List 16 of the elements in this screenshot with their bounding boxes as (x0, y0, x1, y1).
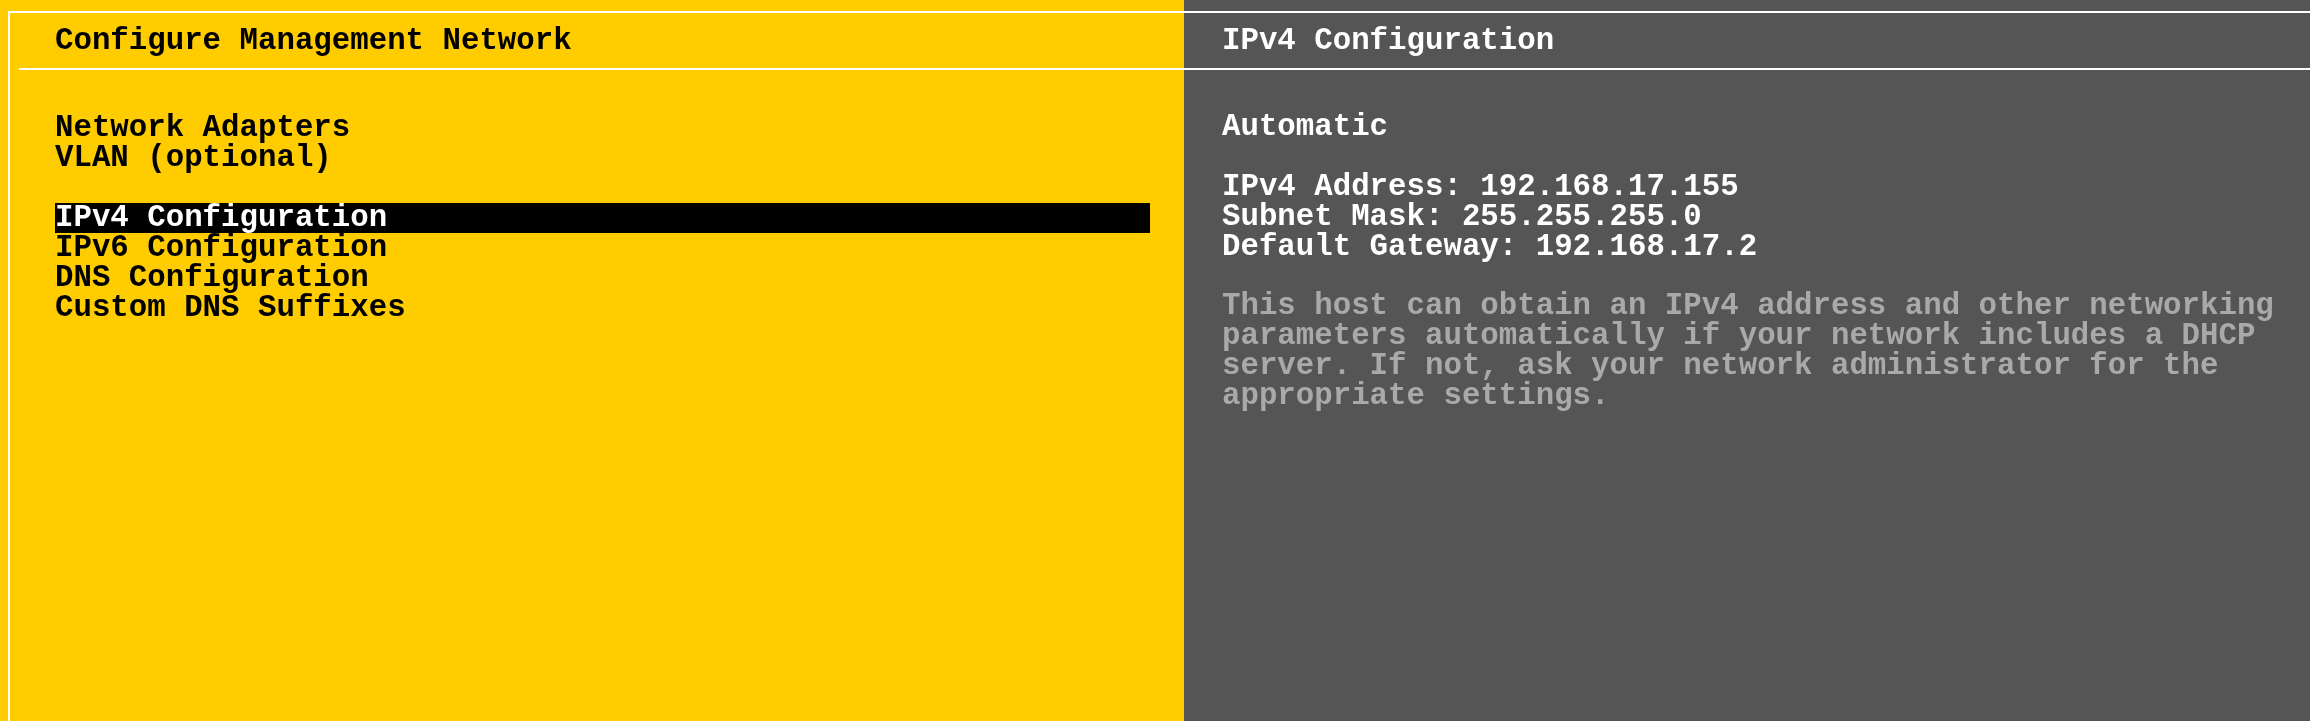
menu-item[interactable]: Network Adapters (55, 113, 1150, 143)
panel-title: IPv4 Configuration (1222, 25, 1555, 56)
menu-item[interactable]: DNS Configuration (55, 263, 1150, 293)
mode-text: Automatic (1222, 112, 1389, 142)
field-label: IPv4 Address: (1222, 172, 1462, 202)
field-label: Subnet Mask: (1222, 202, 1444, 232)
field-label: Default Gateway: (1222, 232, 1518, 262)
field-value: 192.168.17.155 (1480, 172, 1739, 202)
menu-item[interactable]: IPv6 Configuration (55, 233, 1150, 263)
description-text: This host can obtain an IPv4 address and other networking parameters automatically if your network includes a DHCP server. If not, ask your network administrator for the appropriate settings. (1222, 291, 2275, 411)
panel-title: Configure Management Network (55, 25, 572, 56)
field-value: 192.168.17.2 (1535, 232, 1758, 262)
menu-item[interactable]: Custom DNS Suffixes (55, 293, 1150, 323)
menu-item[interactable]: IPv4 Configuration (55, 203, 1150, 233)
field-value: 255.255.255.0 (1461, 202, 1702, 232)
menu-item[interactable]: VLAN (optional) (55, 143, 1150, 173)
